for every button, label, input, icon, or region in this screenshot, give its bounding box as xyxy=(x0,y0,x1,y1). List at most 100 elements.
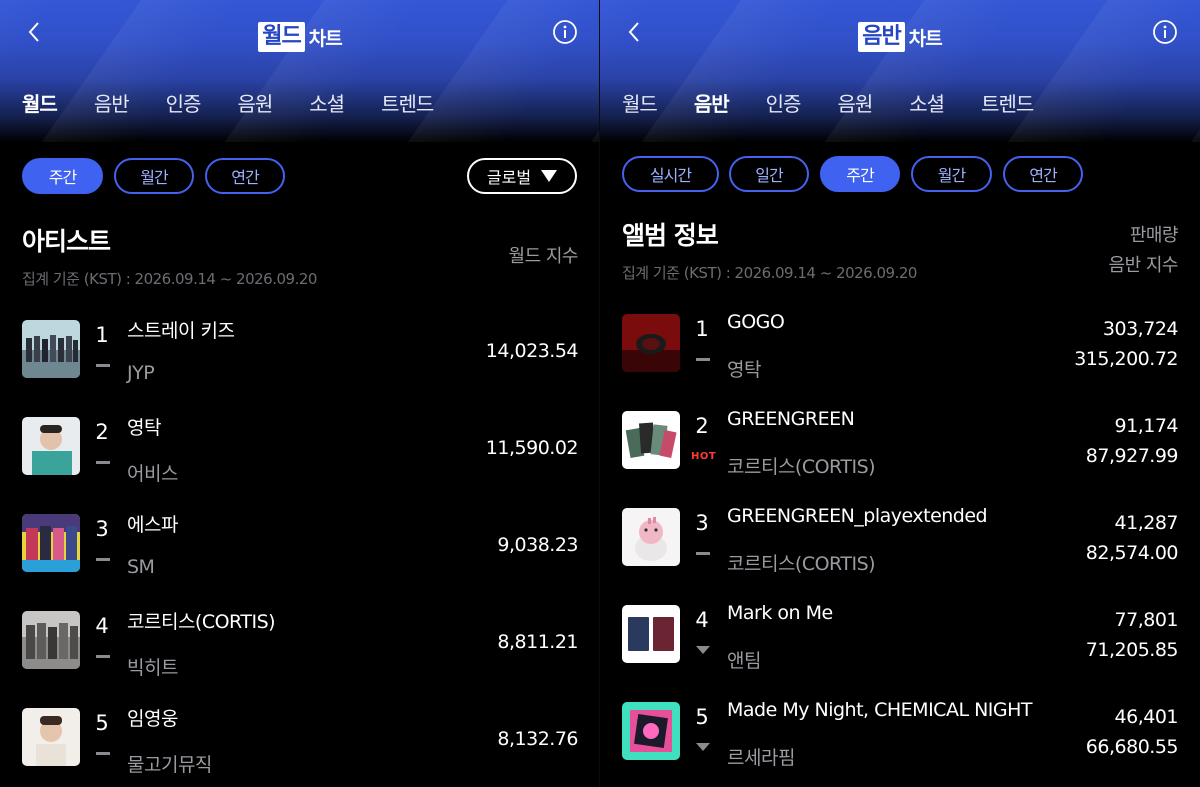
artist-agency: 물고기뮤직 xyxy=(127,754,212,776)
album-title: GREENGREEN xyxy=(727,408,855,430)
section-title: 아티스트 xyxy=(22,227,111,256)
region-dropdown[interactable]: 글로벌 xyxy=(467,158,577,194)
artist-thumbnail xyxy=(22,708,80,766)
column-header: 월드 지수 xyxy=(508,246,579,267)
world-score: 14,023.54 xyxy=(485,340,579,362)
tab-certification[interactable]: 인증 xyxy=(766,88,802,117)
info-icon[interactable] xyxy=(1152,19,1178,45)
period-monthly-button[interactable]: 월간 xyxy=(114,158,194,194)
table-row[interactable]: 2 영탁 어비스 11,590.02 xyxy=(0,402,600,492)
tab-album[interactable]: 음반 xyxy=(694,88,730,117)
category-tabs: 월드 음반 인증 음원 소셜 트렌드 xyxy=(622,88,1070,117)
period-weekly-button[interactable]: 주간 xyxy=(820,156,900,192)
artist-name: 영탁 xyxy=(127,417,161,439)
period-yearly-button[interactable]: 연간 xyxy=(1003,156,1083,192)
trend-down-icon xyxy=(696,646,710,654)
rank-number: 2 xyxy=(95,420,109,444)
album-title: Mark on Me xyxy=(727,602,833,624)
album-artist: 영탁 xyxy=(727,359,761,381)
album-artist: 앤팀 xyxy=(727,650,761,672)
artist-name: 스트레이 키즈 xyxy=(127,320,235,342)
world-score: 11,590.02 xyxy=(485,437,579,459)
tab-album[interactable]: 음반 xyxy=(94,88,130,117)
page-title: 음반 차트 xyxy=(600,22,1200,52)
album-sales: 46,401 xyxy=(1114,706,1179,728)
tab-social[interactable]: 소셜 xyxy=(309,88,345,117)
period-weekly-button[interactable]: 주간 xyxy=(22,158,103,194)
album-artist: 코르티스(CORTIS) xyxy=(727,553,876,575)
table-row[interactable]: 3 GREENGREEN_playextended 코르티스(CORTIS) 4… xyxy=(600,494,1200,584)
album-index: 87,927.99 xyxy=(1085,445,1179,467)
tab-world[interactable]: 월드 xyxy=(622,88,658,117)
title-rest: 차트 xyxy=(308,27,343,50)
album-cover xyxy=(622,314,680,372)
tab-trend[interactable]: 트렌드 xyxy=(981,88,1034,117)
tab-trend[interactable]: 트렌드 xyxy=(381,88,434,117)
title-rest: 차트 xyxy=(908,27,943,50)
artist-thumbnail xyxy=(22,320,80,378)
album-cover xyxy=(622,411,680,469)
artist-agency: SM xyxy=(127,556,155,578)
rank-number: 3 xyxy=(695,511,709,535)
album-index: 66,680.55 xyxy=(1085,736,1179,758)
artist-thumbnail xyxy=(22,417,80,475)
artist-thumbnail xyxy=(22,611,80,669)
album-title: GOGO xyxy=(727,311,785,333)
world-score: 8,132.76 xyxy=(497,728,578,750)
world-score: 8,811.21 xyxy=(497,631,578,653)
artist-thumbnail xyxy=(22,514,80,572)
table-row[interactable]: 4 코르티스(CORTIS) 빅히트 8,811.21 xyxy=(0,596,600,686)
rank-number: 2 xyxy=(695,414,709,438)
album-sales: 41,287 xyxy=(1114,512,1179,534)
artist-agency: 빅히트 xyxy=(127,657,178,679)
table-row[interactable]: 4 Mark on Me 앤팀 77,801 71,205.85 xyxy=(600,591,1200,681)
column-header-sales: 판매량 xyxy=(1129,225,1179,246)
world-chart-panel: 월드 차트 월드 음반 인증 음원 소셜 트렌드 주간 월간 연간 글로벌 아티스… xyxy=(0,0,600,787)
world-score: 9,038.23 xyxy=(497,534,578,556)
rank-number: 4 xyxy=(695,608,709,632)
album-sales: 91,174 xyxy=(1114,415,1179,437)
trend-same-icon xyxy=(696,358,710,361)
period-monthly-button[interactable]: 월간 xyxy=(911,156,992,192)
tab-music[interactable]: 음원 xyxy=(837,88,873,117)
table-row[interactable]: 5 Made My Night, CHEMICAL NIGHT 르세라핌 46,… xyxy=(600,688,1200,778)
album-index: 315,200.72 xyxy=(1074,348,1178,370)
table-row[interactable]: 5 임영웅 물고기뮤직 8,132.76 xyxy=(0,693,600,783)
table-row[interactable]: 3 에스파 SM 9,038.23 xyxy=(0,499,600,589)
rank-number: 5 xyxy=(95,711,109,735)
album-sales: 77,801 xyxy=(1114,609,1179,631)
trend-same-icon xyxy=(696,552,710,555)
tab-music[interactable]: 음원 xyxy=(237,88,273,117)
trend-same-icon xyxy=(96,752,110,755)
tab-certification[interactable]: 인증 xyxy=(166,88,202,117)
tab-social[interactable]: 소셜 xyxy=(909,88,945,117)
table-row[interactable]: 1 스트레이 키즈 JYP 14,023.54 xyxy=(0,305,600,395)
title-highlight: 음반 xyxy=(858,22,905,52)
trend-same-icon xyxy=(96,655,110,658)
date-range: 집계 기준 (KST) : 2026.09.14 ~ 2026.09.20 xyxy=(622,264,917,282)
album-artist: 코르티스(CORTIS) xyxy=(727,456,876,478)
album-title: Made My Night, CHEMICAL NIGHT xyxy=(727,699,1033,721)
album-index: 71,205.85 xyxy=(1085,639,1179,661)
info-icon[interactable] xyxy=(552,19,578,45)
period-yearly-button[interactable]: 연간 xyxy=(205,158,285,194)
artist-agency: 어비스 xyxy=(127,463,178,485)
period-daily-button[interactable]: 일간 xyxy=(729,156,809,192)
tab-world[interactable]: 월드 xyxy=(22,88,58,117)
album-cover xyxy=(622,702,680,760)
table-row[interactable]: 1 GOGO 영탁 303,724 315,200.72 xyxy=(600,300,1200,390)
artist-name: 임영웅 xyxy=(127,708,178,730)
period-realtime-button[interactable]: 실시간 xyxy=(622,156,719,192)
artist-name: 에스파 xyxy=(127,514,178,536)
title-highlight: 월드 xyxy=(258,22,305,52)
trend-same-icon xyxy=(96,558,110,561)
album-sales: 303,724 xyxy=(1102,318,1179,340)
trend-same-icon xyxy=(96,461,110,464)
rank-number: 3 xyxy=(95,517,109,541)
album-cover xyxy=(622,508,680,566)
artist-agency: JYP xyxy=(127,362,155,384)
table-row[interactable]: 2 HOT GREENGREEN 코르티스(CORTIS) 91,174 87,… xyxy=(600,397,1200,487)
album-chart-panel: 음반 차트 월드 음반 인증 음원 소셜 트렌드 실시간 일간 주간 월간 연간 … xyxy=(600,0,1200,787)
rank-number: 5 xyxy=(695,705,709,729)
region-label: 글로벌 xyxy=(486,168,532,187)
